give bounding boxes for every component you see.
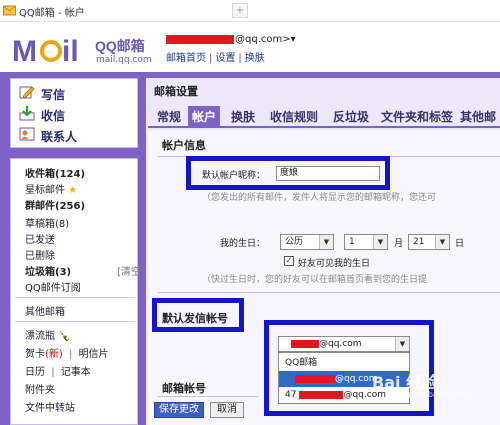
svg-text:M: M (12, 35, 37, 67)
highlight-nickname (186, 156, 390, 190)
highlight-sender-dropdown (264, 320, 434, 416)
birth-day-value: 21 (413, 237, 425, 247)
account-panel: 帐户信息 默认帐户昵称： 度娘 （您发出的所有邮件，发件人将显示您的邮箱昵称，您… (148, 130, 500, 425)
folder-list: 收件箱(124) 星标邮件 ★ 群邮件(256) 草稿箱(8) 已发送 已删除 … (10, 158, 145, 425)
brand-name: QQ邮箱 (95, 38, 145, 54)
folder-inbox[interactable]: 收件箱(124) (25, 165, 85, 180)
transfer-link[interactable]: 文件中转站 (25, 399, 75, 414)
browser-tab-bar: QQ邮箱 - 帐户 + (0, 0, 500, 22)
sidebar: 写信 收信 联系人 收件箱(124) 星标邮件 ★ 群邮件(256) 草稿箱(8… (10, 78, 145, 425)
new-tab-button[interactable]: + (232, 3, 248, 18)
account-suffix: @qq.com>▾ (235, 34, 296, 45)
cancel-button[interactable]: 取消 (210, 402, 244, 418)
inbox-icon (19, 106, 35, 121)
folder-starred-label: 星标邮件 (25, 185, 65, 196)
tab-folders[interactable]: 文件夹和标签 (378, 106, 456, 128)
settings-tabs: 常规 帐户 换肤 收信规则 反垃圾 文件夹和标签 其他邮 (148, 106, 500, 128)
calendar-type-value: 公历 (285, 237, 304, 247)
contacts-label: 联系人 (41, 130, 78, 144)
folder-subscribe[interactable]: QQ邮件订阅 (25, 279, 81, 294)
section-mailbox-account: 邮箱帐号 (162, 382, 206, 395)
postcard-link[interactable]: 明信片 (79, 349, 109, 360)
contacts-icon (19, 127, 35, 141)
birth-month-value: 1 (349, 237, 355, 247)
calendar-row: 日历 | 记事本 (25, 367, 91, 378)
redacted-account-name (166, 34, 234, 44)
drift-bottle-label: 漂流瓶 (25, 331, 55, 342)
compose-button[interactable]: 写信 (15, 83, 133, 103)
folder-sent[interactable]: 已发送 (25, 231, 55, 246)
settings-main: 邮箱设置 常规 帐户 换肤 收信规则 反垃圾 文件夹和标签 其他邮 帐户信息 默… (146, 78, 500, 425)
card-new-badge: (新) (45, 349, 63, 360)
section-account-info: 帐户信息 (162, 139, 206, 152)
attachments-link[interactable]: 附件夹 (25, 381, 55, 396)
clear-spam-link[interactable]: [清空] (117, 263, 145, 278)
birthday-label: 我的生日： (220, 239, 266, 249)
bottle-icon: 🍾 (58, 331, 71, 342)
birthday-hint: （快过生日时，您的好友可以在邮箱首页看到您的生日提 (202, 275, 428, 285)
link-mail-home[interactable]: 邮箱首页 (166, 53, 206, 64)
tab-other[interactable]: 其他邮 (460, 106, 500, 128)
brand-domain: mail.qq.com (96, 55, 152, 65)
card-link[interactable]: 贺卡 (25, 349, 45, 360)
birth-day-select[interactable]: 21 ▼ (408, 234, 450, 250)
divider (158, 292, 500, 293)
notepad-link[interactable]: 记事本 (61, 367, 91, 378)
watermark-sub: jingyan.baidu.com (396, 390, 470, 399)
mail-logo: M il (12, 35, 79, 67)
tab-antispam[interactable]: 反垃圾 (330, 106, 372, 128)
nickname-hint: （您发出的所有邮件，发件人将显示您的邮箱昵称，您还可 (202, 193, 437, 203)
receive-label: 收信 (41, 109, 66, 123)
chevron-down-icon: ▼ (319, 235, 333, 249)
folder-deleted[interactable]: 已删除 (25, 247, 55, 262)
folder-starred[interactable]: 星标邮件 ★ (25, 181, 77, 196)
contacts-button[interactable]: 联系人 (15, 125, 133, 145)
birthday-visible-checkbox[interactable]: ✓ (284, 256, 294, 266)
tab-skin[interactable]: 换肤 (228, 106, 258, 128)
folder-group[interactable]: 群邮件(256) (25, 197, 85, 212)
folder-drafts[interactable]: 草稿箱(8) (25, 215, 69, 230)
divider (15, 297, 135, 298)
compose-label: 写信 (41, 88, 66, 102)
chevron-down-icon: ▼ (373, 235, 387, 249)
month-unit: 月 (394, 239, 404, 249)
sidebar-actions: 写信 收信 联系人 (10, 78, 138, 148)
card-row: 贺卡(新) | 明信片 (25, 349, 109, 360)
save-button[interactable]: 保存更改 (154, 402, 204, 418)
birthday-visible-label: 好友可见我的生日 (298, 259, 371, 269)
highlight-default-sender (152, 298, 244, 332)
pencil-icon (19, 86, 35, 99)
link-settings[interactable]: 设置 (215, 53, 235, 64)
receive-button[interactable]: 收信 (15, 104, 133, 124)
tab-general[interactable]: 常规 (154, 106, 184, 128)
page-title: 邮箱设置 (154, 85, 198, 98)
drift-bottle-link[interactable]: 漂流瓶 🍾 (25, 327, 71, 342)
day-unit: 日 (455, 239, 465, 249)
calendar-type-select[interactable]: 公历 ▼ (280, 234, 334, 250)
divider (158, 396, 258, 397)
account-selector[interactable]: @qq.com>▾ (166, 34, 296, 45)
chevron-down-icon: ▼ (435, 235, 449, 249)
folder-other[interactable]: 其他邮箱 (25, 303, 65, 318)
tab-title[interactable]: QQ邮箱 - 帐户 (19, 4, 85, 19)
qq-mail-tab-icon (3, 5, 16, 16)
divider (15, 321, 135, 322)
star-icon: ★ (68, 185, 78, 196)
mail-header: M il QQ邮箱 mail.qq.com @qq.com>▾ 邮箱首页 | 设置 |… (0, 22, 500, 72)
header-links: 邮箱首页 | 设置 | 换肤 (166, 53, 265, 64)
calendar-link[interactable]: 日历 (25, 367, 45, 378)
svg-text:il: il (62, 35, 79, 67)
tab-account[interactable]: 帐户 (188, 106, 220, 128)
tab-rules[interactable]: 收信规则 (266, 106, 322, 128)
link-skin[interactable]: 换肤 (245, 53, 265, 64)
folder-spam[interactable]: 垃圾箱(3) (25, 263, 71, 278)
birth-month-select[interactable]: 1 ▼ (344, 234, 388, 250)
